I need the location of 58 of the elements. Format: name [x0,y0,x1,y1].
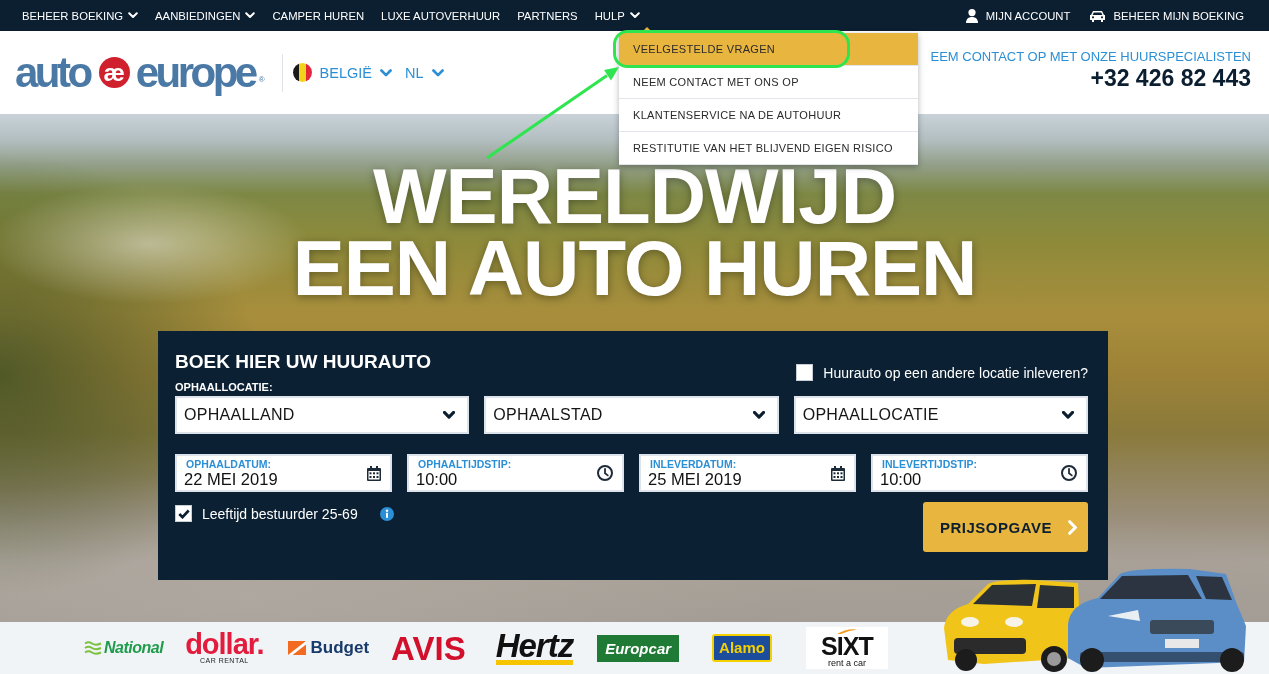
checkbox-label: Leeftijd bestuurder 25-69 [202,505,358,522]
contact-caption: EEM CONTACT OP MET ONZE HUURSPECIALISTEN [930,49,1251,65]
time-field[interactable]: INLEVERTIJDSTIP: 10:00 [871,454,1088,492]
nav-link[interactable]: HULP [594,9,640,22]
select-field[interactable]: OPHAALLAND [175,396,470,434]
logo-tagline: rent a car [827,658,866,668]
user-icon [965,8,978,23]
checkbox[interactable] [796,364,814,381]
clock-icon [1061,465,1077,481]
nav-link[interactable]: CAMPER HUREN [272,9,365,22]
chevron-icon [752,411,765,419]
site-logo[interactable]: auto æ europe® [15,51,265,94]
menu-item[interactable]: KLANTENSERVICE NA DE AUTOHUUR [619,99,918,132]
nav-link[interactable]: BEHEER BOEKING [22,9,139,22]
flag-icon [292,63,312,82]
quote-button[interactable]: PRIJSOPGAVE [923,502,1088,552]
chevron-icon [1068,519,1077,535]
brand-logo: dollar. [185,631,264,657]
field-label: OPHAALLOCATIE: [175,381,274,393]
brand-logo: National [104,639,164,657]
brand-logo: Europcar [597,634,680,662]
clock-icon [597,465,613,481]
brand-logo: SIXT [821,634,873,658]
language-selector[interactable]: NL [405,64,444,81]
wave-icon [84,641,102,655]
check-icon [177,508,190,519]
square-icon [287,641,306,655]
account-link[interactable]: MIJN ACCOUNT [965,8,1071,23]
nav-link[interactable]: LUXE AUTOVERHUUR [381,9,501,22]
car-icon [1090,9,1106,22]
chevron-icon [380,68,392,77]
menu-item[interactable]: VEELGESTELDE VRAGEN [619,33,918,66]
menu-item[interactable]: NEEM CONTACT MET ONS OP [619,66,918,99]
brand-logo: AVIS [391,631,466,665]
date-field[interactable]: OPHAALDATUM: 22 MEI 2019 [175,454,392,492]
phone-number[interactable]: +32 426 82 443 [930,65,1251,92]
account-link[interactable]: BEHEER MIJN BOEKING [1090,9,1244,22]
chevron-icon [431,68,444,77]
select-field[interactable]: OPHAALLOCATIE [793,396,1088,434]
nav-link[interactable]: AANBIEDINGEN [155,9,256,22]
country-selector[interactable]: BELGIË [319,64,392,81]
chevron-icon [443,411,456,419]
brand-logo: Hertz [495,631,574,665]
calendar-icon [831,465,845,481]
checkbox[interactable] [175,505,192,522]
swoosh-icon [836,629,857,634]
select-field[interactable]: OPHAALSTAD [484,396,779,434]
chevron-icon [1062,411,1074,419]
date-field[interactable]: INLEVERDATUM: 25 MEI 2019 [639,454,856,492]
brand-logo: Budget [310,638,370,658]
nav-link[interactable]: PARTNERS [517,9,578,22]
brand-logo: Alamo [712,634,772,662]
form-title: BOEK HIER UW HUURAUTO [175,351,432,373]
checkbox-label: Huurauto op een andere locatie inleveren? [823,364,1088,381]
calendar-icon [367,465,381,481]
time-field[interactable]: OPHAALTIJDSTIP: 10:00 [407,454,624,492]
info-icon[interactable] [379,506,394,521]
menu-item[interactable]: RESTITUTIE VAN HET BLIJVEND EIGEN RISICO [619,132,918,165]
